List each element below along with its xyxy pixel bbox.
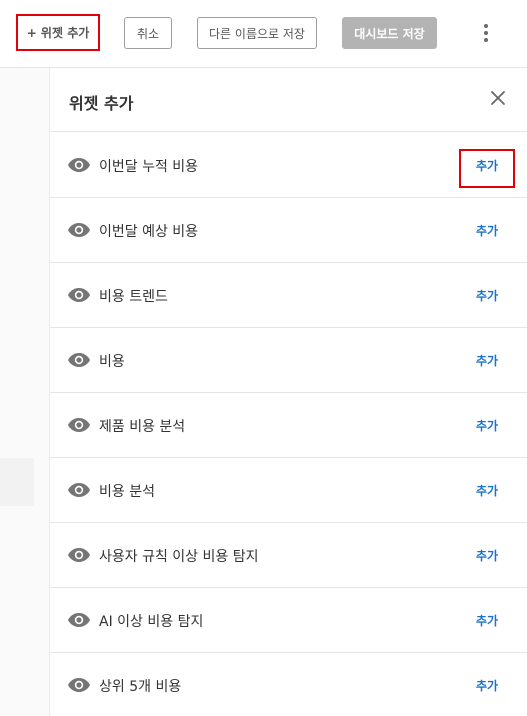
widget-list-item: 상위 5개 비용 추가 bbox=[50, 653, 527, 716]
eye-icon bbox=[68, 548, 90, 562]
panel-title: 위젯 추가 bbox=[69, 94, 134, 113]
add-widget-highlight: + 위젯 추가 bbox=[16, 14, 100, 51]
widget-list-item: 이번달 누적 비용 추가 bbox=[50, 133, 527, 198]
add-widget-link[interactable]: 추가 bbox=[476, 157, 498, 174]
add-widget-link[interactable]: 추가 bbox=[476, 612, 498, 629]
widget-list-item: 비용 분석 추가 bbox=[50, 458, 527, 523]
widget-list-item: 사용자 규칙 이상 비용 탐지 추가 bbox=[50, 523, 527, 588]
widget-name: 비용 bbox=[99, 354, 125, 370]
eye-icon bbox=[68, 483, 90, 497]
add-widget-button[interactable]: + 위젯 추가 bbox=[23, 20, 93, 45]
eye-icon bbox=[68, 158, 90, 172]
add-widget-link[interactable]: 추가 bbox=[476, 417, 498, 434]
widget-list: 이번달 누적 비용 추가 이번달 예상 비용 추가 비용 트렌드 추가 비용 추… bbox=[50, 133, 527, 716]
widget-list-item: 비용 트렌드 추가 bbox=[50, 263, 527, 328]
widget-list-item: 제품 비용 분석 추가 bbox=[50, 393, 527, 458]
kebab-dot bbox=[484, 38, 488, 42]
more-options-icon[interactable] bbox=[477, 22, 495, 44]
eye-icon bbox=[68, 613, 90, 627]
widget-name: 비용 분석 bbox=[99, 484, 155, 500]
widget-list-item: 이번달 예상 비용 추가 bbox=[50, 198, 527, 263]
widget-name: 비용 트렌드 bbox=[99, 289, 168, 305]
cancel-button[interactable]: 취소 bbox=[124, 17, 172, 49]
add-widget-link[interactable]: 추가 bbox=[476, 352, 498, 369]
add-widget-link[interactable]: 추가 bbox=[476, 482, 498, 499]
eye-icon bbox=[68, 353, 90, 367]
widget-name: 제품 비용 분석 bbox=[99, 419, 186, 435]
widget-name: 상위 5개 비용 bbox=[99, 679, 182, 695]
widget-name: 이번달 예상 비용 bbox=[99, 224, 199, 240]
eye-icon bbox=[68, 678, 90, 692]
widget-list-item: 비용 추가 bbox=[50, 328, 527, 393]
widget-name: 사용자 규칙 이상 비용 탐지 bbox=[99, 549, 259, 565]
add-widget-link[interactable]: 추가 bbox=[476, 547, 498, 564]
widget-name: 이번달 누적 비용 bbox=[99, 159, 199, 175]
save-dashboard-button[interactable]: 대시보드 저장 bbox=[342, 17, 437, 49]
background-widget-edge bbox=[0, 458, 34, 506]
kebab-dot bbox=[484, 24, 488, 28]
close-icon[interactable] bbox=[488, 88, 508, 108]
add-widget-panel: 위젯 추가 이번달 누적 비용 추가 이번달 예상 비용 추가 비용 트렌드 추… bbox=[49, 68, 527, 716]
add-widget-link[interactable]: 추가 bbox=[476, 222, 498, 239]
save-as-button[interactable]: 다른 이름으로 저장 bbox=[197, 17, 317, 49]
add-widget-link[interactable]: 추가 bbox=[476, 677, 498, 694]
eye-icon bbox=[68, 418, 90, 432]
dashboard-toolbar: + 위젯 추가 취소 다른 이름으로 저장 대시보드 저장 bbox=[0, 0, 527, 68]
eye-icon bbox=[68, 223, 90, 237]
add-widget-link[interactable]: 추가 bbox=[476, 287, 498, 304]
kebab-dot bbox=[484, 31, 488, 35]
eye-icon bbox=[68, 288, 90, 302]
page: + 위젯 추가 취소 다른 이름으로 저장 대시보드 저장 위젯 추가 이번달 … bbox=[0, 0, 527, 716]
panel-header: 위젯 추가 bbox=[50, 68, 527, 132]
widget-name: AI 이상 비용 탐지 bbox=[99, 614, 204, 630]
widget-list-item: AI 이상 비용 탐지 추가 bbox=[50, 588, 527, 653]
